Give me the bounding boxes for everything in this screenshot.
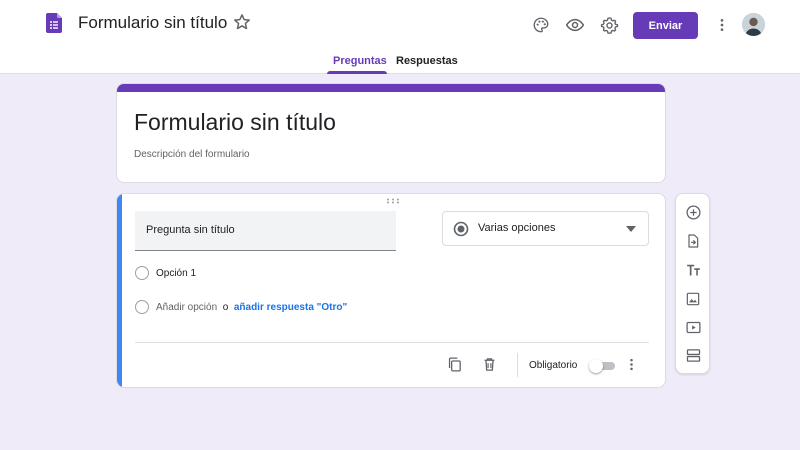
app-header: Formulario sin título Enviar Preguntas R… <box>0 0 800 74</box>
or-separator: o <box>222 302 229 313</box>
tab-questions[interactable]: Preguntas <box>333 54 387 68</box>
forms-logo-icon[interactable] <box>46 13 62 33</box>
active-question-indicator <box>117 194 122 387</box>
add-option-radio <box>135 300 149 314</box>
duplicate-icon[interactable] <box>444 354 464 374</box>
required-toggle[interactable] <box>589 359 615 373</box>
radio-button-checked-icon <box>453 221 469 237</box>
drag-handle-icon[interactable] <box>386 198 400 204</box>
question-type-label: Varias opciones <box>478 222 556 234</box>
footer-separator <box>517 353 518 377</box>
form-description-field[interactable]: Descripción del formulario <box>134 149 250 160</box>
palette-icon[interactable] <box>530 14 552 36</box>
import-questions-icon[interactable] <box>684 232 702 250</box>
form-header-card: Formulario sin título Descripción del fo… <box>116 83 666 183</box>
more-vert-icon[interactable] <box>621 354 641 374</box>
chevron-down-icon <box>626 226 636 232</box>
question-card: Pregunta sin título Varias opciones Opci… <box>116 193 666 388</box>
question-type-dropdown[interactable]: Varias opciones <box>442 211 649 246</box>
star-icon[interactable] <box>232 12 252 32</box>
required-label: Obligatorio <box>529 360 578 371</box>
settings-gear-icon[interactable] <box>598 14 620 36</box>
add-section-icon[interactable] <box>684 346 702 364</box>
add-option-button[interactable]: Añadir opción <box>156 302 217 313</box>
footer-divider <box>135 342 649 343</box>
avatar[interactable] <box>742 13 765 36</box>
document-title[interactable]: Formulario sin título <box>78 12 227 34</box>
option-radio <box>135 266 149 280</box>
toggle-knob <box>589 359 603 373</box>
add-title-icon[interactable] <box>684 261 702 279</box>
form-title[interactable]: Formulario sin título <box>134 108 336 136</box>
side-toolbar <box>675 193 710 374</box>
more-vert-icon[interactable] <box>711 14 733 36</box>
accent-bar <box>117 84 665 92</box>
send-button[interactable]: Enviar <box>633 12 698 39</box>
add-option-row: Añadir opción o añadir respuesta "Otro" <box>156 302 347 313</box>
add-image-icon[interactable] <box>684 290 702 308</box>
question-title-input[interactable]: Pregunta sin título <box>135 211 396 251</box>
active-tab-indicator <box>327 71 387 74</box>
preview-eye-icon[interactable] <box>564 14 586 36</box>
tab-responses[interactable]: Respuestas <box>396 54 458 68</box>
add-other-answer-link[interactable]: añadir respuesta "Otro" <box>234 302 347 313</box>
add-question-icon[interactable] <box>684 203 702 221</box>
option-label[interactable]: Opción 1 <box>156 268 196 279</box>
add-video-icon[interactable] <box>684 318 702 336</box>
delete-icon[interactable] <box>479 354 499 374</box>
